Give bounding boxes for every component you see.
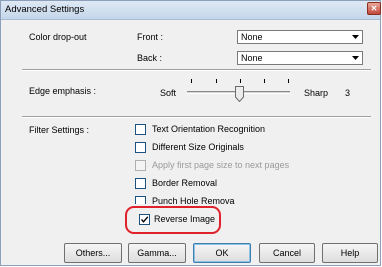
close-icon: ✕	[370, 4, 378, 13]
checkbox-box[interactable]	[135, 160, 146, 171]
help-button[interactable]: Help	[322, 243, 378, 263]
edge-emphasis-value: 3	[345, 88, 351, 98]
edge-emphasis-label: Edge emphasis :	[29, 86, 97, 96]
checkbox-label: Punch Hole Removal	[152, 196, 235, 204]
checkbox-label: Different Size Originals	[152, 142, 244, 152]
edge-emphasis-soft-label: Soft	[160, 88, 177, 98]
divider	[22, 116, 371, 118]
checkbox-box[interactable]	[135, 124, 146, 135]
chevron-down-icon	[350, 32, 361, 42]
edge-emphasis-sharp-label: Sharp	[304, 88, 329, 98]
checkbox-box[interactable]	[135, 196, 146, 204]
slider-thumb[interactable]	[235, 86, 244, 103]
checkbox-label: Border Removal	[152, 178, 218, 188]
divider	[22, 69, 371, 71]
front-dropdown-value: None	[241, 32, 263, 42]
back-label: Back :	[137, 53, 163, 63]
color-dropout-label: Color drop-out	[29, 32, 87, 42]
chevron-down-icon	[350, 53, 361, 63]
checkbox-box[interactable]	[135, 178, 146, 189]
back-dropdown-value: None	[241, 53, 263, 63]
slider-tick	[288, 79, 289, 83]
slider-tick	[191, 79, 192, 83]
slider-tick	[216, 79, 217, 83]
slider-tick	[264, 79, 265, 83]
reverse-image-highlight	[125, 206, 221, 234]
cancel-button[interactable]: Cancel	[259, 243, 315, 263]
others-button[interactable]: Others...	[64, 243, 122, 263]
filter-settings-label: Filter Settings :	[29, 125, 90, 135]
front-dropdown[interactable]: None	[237, 30, 363, 44]
front-label: Front :	[137, 32, 164, 42]
close-button[interactable]: ✕	[367, 2, 381, 15]
dialog-title: Advanced Settings	[5, 4, 85, 15]
back-dropdown[interactable]: None	[237, 51, 363, 65]
gamma-button[interactable]: Gamma...	[128, 243, 186, 263]
checkbox-label: Text Orientation Recognition	[152, 124, 266, 134]
slider-tick	[240, 79, 241, 83]
ok-button[interactable]: OK	[193, 243, 251, 263]
checkbox-label: Apply first page size to next pages	[152, 160, 290, 170]
checkbox-punch-hole[interactable]: Punch Hole Removal	[135, 196, 235, 204]
checkbox-box[interactable]	[135, 142, 146, 153]
